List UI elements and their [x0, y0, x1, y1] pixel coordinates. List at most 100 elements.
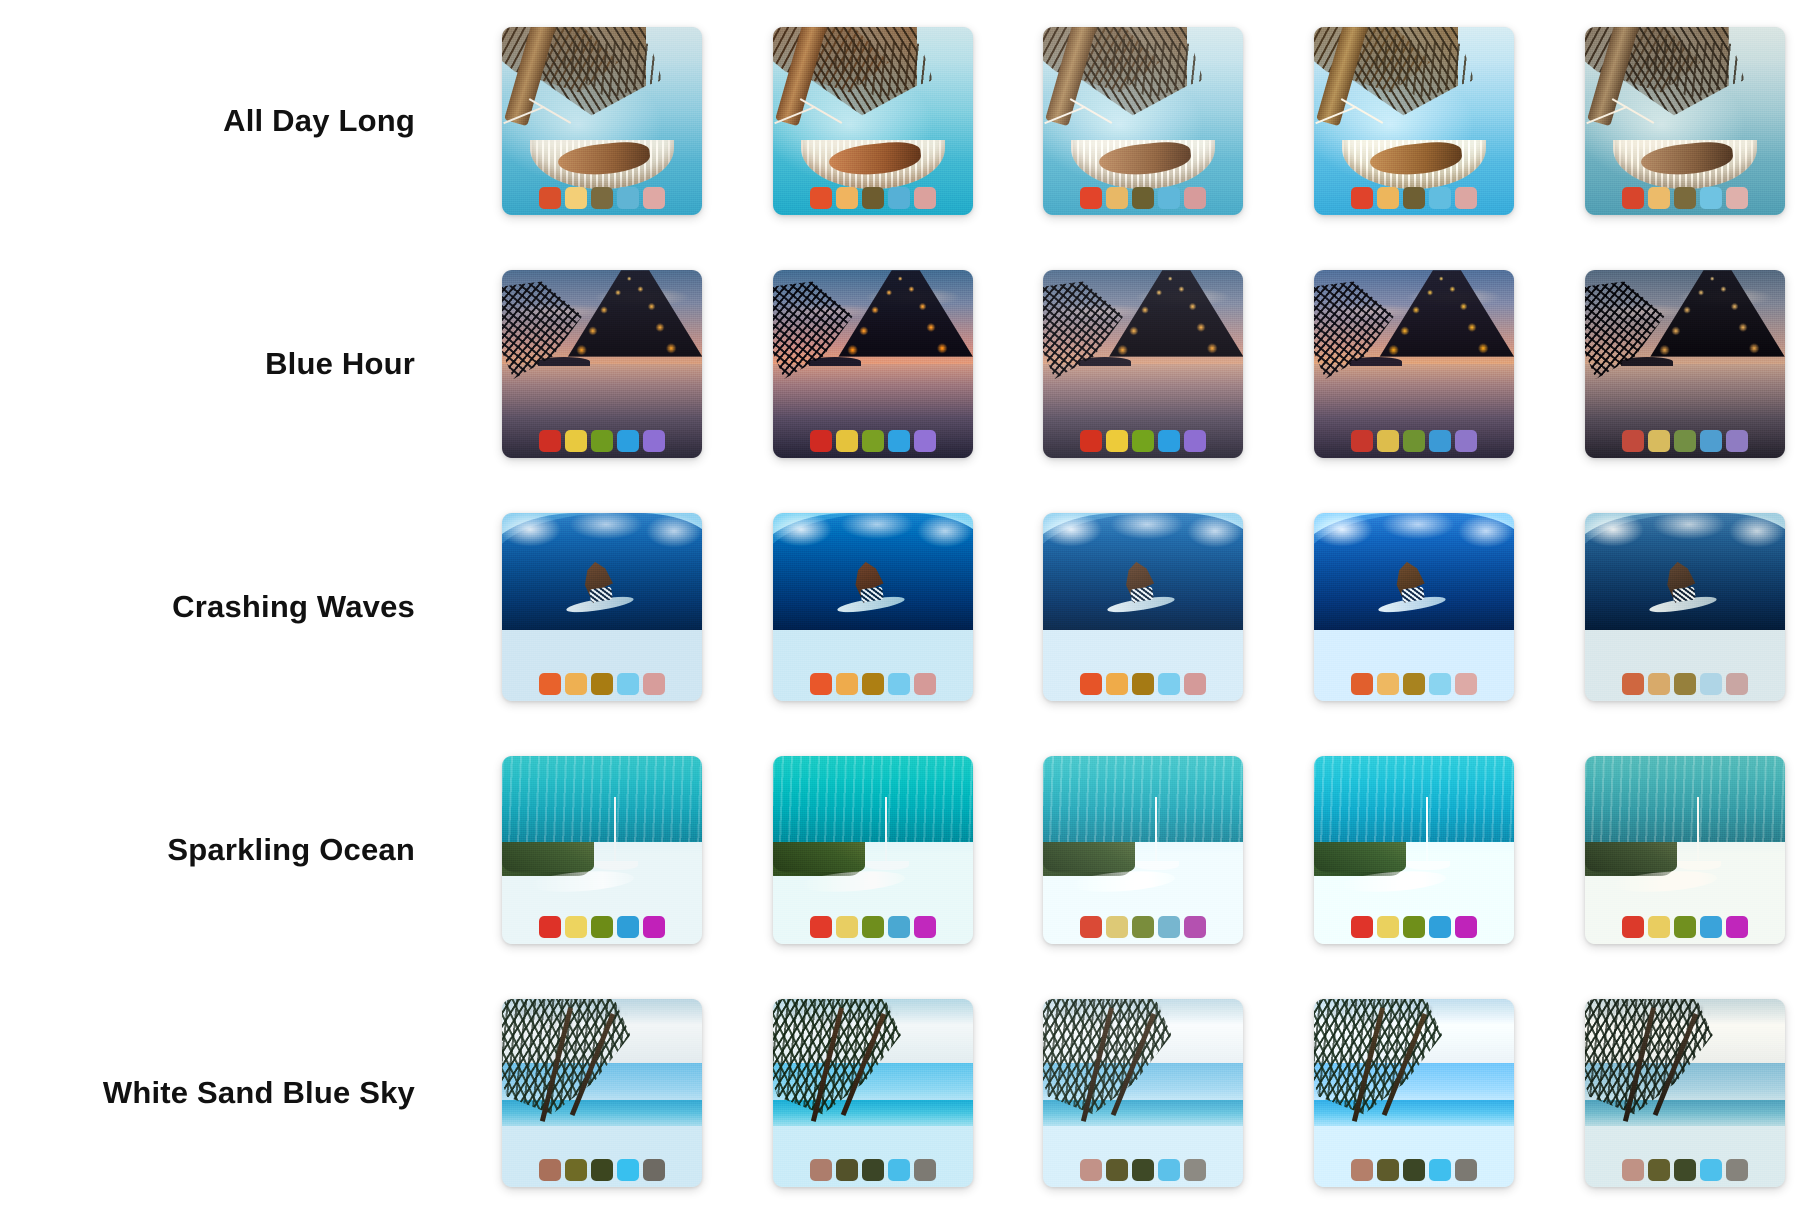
color-swatch[interactable] [1132, 430, 1155, 453]
color-swatch[interactable] [1725, 187, 1748, 210]
color-swatch[interactable] [1184, 1158, 1207, 1181]
color-swatch[interactable] [539, 187, 562, 210]
color-swatch[interactable] [565, 672, 588, 695]
color-swatch[interactable] [1158, 1158, 1181, 1181]
palette-card[interactable] [772, 755, 973, 944]
color-swatch[interactable] [1403, 187, 1426, 210]
color-swatch[interactable] [913, 1158, 936, 1181]
color-swatch[interactable] [591, 915, 614, 938]
color-swatch[interactable] [591, 430, 614, 453]
color-swatch[interactable] [913, 187, 936, 210]
color-swatch[interactable] [809, 915, 832, 938]
color-swatch[interactable] [617, 1158, 640, 1181]
color-swatch[interactable] [1377, 915, 1400, 938]
color-swatch[interactable] [913, 672, 936, 695]
color-swatch[interactable] [835, 430, 858, 453]
color-swatch[interactable] [1377, 187, 1400, 210]
color-swatch[interactable] [1106, 1158, 1129, 1181]
color-swatch[interactable] [643, 187, 666, 210]
color-swatch[interactable] [1184, 672, 1207, 695]
color-swatch[interactable] [1377, 430, 1400, 453]
color-swatch[interactable] [1455, 430, 1478, 453]
color-swatch[interactable] [643, 430, 666, 453]
color-swatch[interactable] [1725, 430, 1748, 453]
color-swatch[interactable] [1158, 915, 1181, 938]
palette-card[interactable] [1043, 27, 1244, 216]
color-swatch[interactable] [617, 672, 640, 695]
color-swatch[interactable] [1158, 187, 1181, 210]
color-swatch[interactable] [1621, 187, 1644, 210]
color-swatch[interactable] [643, 672, 666, 695]
color-swatch[interactable] [1621, 915, 1644, 938]
color-swatch[interactable] [539, 430, 562, 453]
color-swatch[interactable] [1106, 672, 1129, 695]
palette-card[interactable] [1584, 755, 1785, 944]
palette-card[interactable] [1314, 27, 1515, 216]
palette-card[interactable] [772, 27, 973, 216]
color-swatch[interactable] [565, 915, 588, 938]
color-swatch[interactable] [1184, 430, 1207, 453]
color-swatch[interactable] [887, 430, 910, 453]
color-swatch[interactable] [1647, 430, 1670, 453]
color-swatch[interactable] [1673, 672, 1696, 695]
color-swatch[interactable] [1080, 430, 1103, 453]
color-swatch[interactable] [1080, 1158, 1103, 1181]
color-swatch[interactable] [861, 1158, 884, 1181]
color-swatch[interactable] [887, 1158, 910, 1181]
color-swatch[interactable] [1647, 915, 1670, 938]
color-swatch[interactable] [1132, 1158, 1155, 1181]
color-swatch[interactable] [1106, 187, 1129, 210]
color-swatch[interactable] [1647, 672, 1670, 695]
color-swatch[interactable] [1132, 672, 1155, 695]
palette-card[interactable] [1043, 270, 1244, 459]
palette-card[interactable] [1314, 755, 1515, 944]
color-swatch[interactable] [591, 187, 614, 210]
color-swatch[interactable] [913, 915, 936, 938]
palette-card[interactable] [1043, 512, 1244, 701]
color-swatch[interactable] [1158, 672, 1181, 695]
palette-card[interactable] [502, 27, 703, 216]
palette-card[interactable] [1584, 27, 1785, 216]
color-swatch[interactable] [1725, 672, 1748, 695]
color-swatch[interactable] [1429, 1158, 1452, 1181]
color-swatch[interactable] [1403, 1158, 1426, 1181]
color-swatch[interactable] [1351, 915, 1374, 938]
color-swatch[interactable] [1132, 187, 1155, 210]
color-swatch[interactable] [809, 430, 832, 453]
color-swatch[interactable] [835, 672, 858, 695]
color-swatch[interactable] [835, 1158, 858, 1181]
color-swatch[interactable] [1403, 915, 1426, 938]
palette-card[interactable] [1314, 998, 1515, 1187]
color-swatch[interactable] [1080, 915, 1103, 938]
color-swatch[interactable] [1080, 672, 1103, 695]
color-swatch[interactable] [1351, 187, 1374, 210]
color-swatch[interactable] [809, 187, 832, 210]
color-swatch[interactable] [1351, 672, 1374, 695]
color-swatch[interactable] [1429, 915, 1452, 938]
color-swatch[interactable] [861, 915, 884, 938]
color-swatch[interactable] [1673, 430, 1696, 453]
color-swatch[interactable] [1699, 672, 1722, 695]
color-swatch[interactable] [1351, 1158, 1374, 1181]
palette-card[interactable] [502, 755, 703, 944]
color-swatch[interactable] [1106, 430, 1129, 453]
color-swatch[interactable] [861, 672, 884, 695]
color-swatch[interactable] [861, 430, 884, 453]
color-swatch[interactable] [1699, 187, 1722, 210]
color-swatch[interactable] [1699, 430, 1722, 453]
color-swatch[interactable] [887, 187, 910, 210]
color-swatch[interactable] [1455, 672, 1478, 695]
color-swatch[interactable] [861, 187, 884, 210]
color-swatch[interactable] [1158, 430, 1181, 453]
color-swatch[interactable] [1673, 1158, 1696, 1181]
color-swatch[interactable] [1351, 430, 1374, 453]
palette-card[interactable] [1584, 998, 1785, 1187]
color-swatch[interactable] [539, 1158, 562, 1181]
color-swatch[interactable] [913, 430, 936, 453]
color-swatch[interactable] [1673, 187, 1696, 210]
color-swatch[interactable] [565, 430, 588, 453]
color-swatch[interactable] [591, 672, 614, 695]
color-swatch[interactable] [643, 1158, 666, 1181]
color-swatch[interactable] [565, 187, 588, 210]
color-swatch[interactable] [1132, 915, 1155, 938]
